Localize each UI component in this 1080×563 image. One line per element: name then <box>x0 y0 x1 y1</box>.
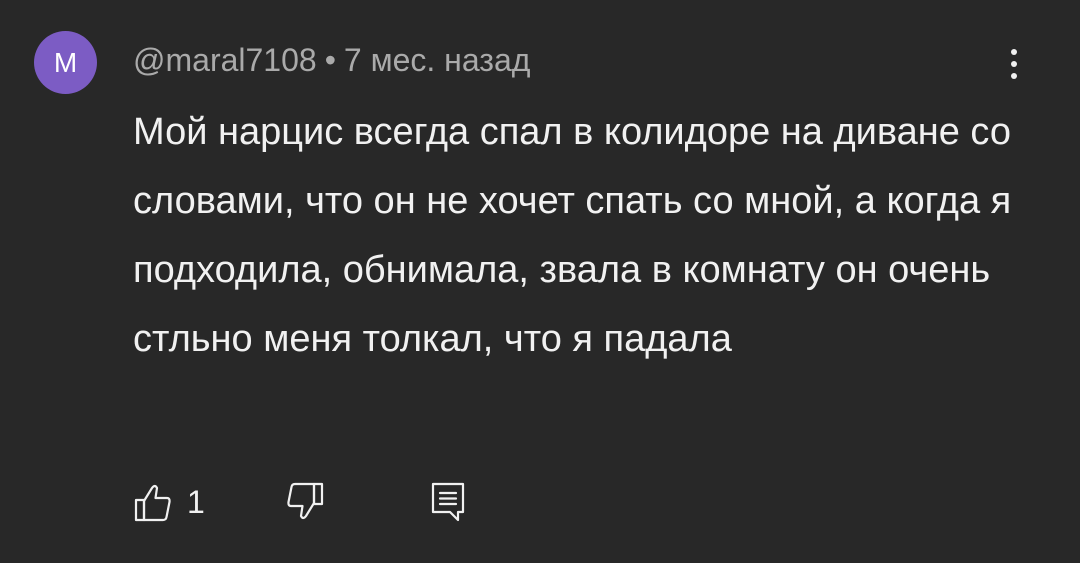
more-vert-icon-dot <box>1011 61 1017 67</box>
author-handle[interactable]: @maral7108 <box>133 42 317 79</box>
avatar[interactable]: M <box>34 31 97 94</box>
dislike-button[interactable] <box>285 478 325 526</box>
comment-reply-icon <box>431 482 465 522</box>
more-vert-icon <box>1011 49 1017 55</box>
like-count: 1 <box>187 483 205 520</box>
reply-button[interactable] <box>428 478 468 526</box>
comment-text: Мой нарцис всегда спал в колидоре на див… <box>133 111 1012 360</box>
comment-actions: 1 <box>133 478 533 526</box>
more-options-button[interactable] <box>996 42 1032 86</box>
comment-timestamp[interactable]: 7 мес. назад <box>344 42 531 79</box>
thumbs-up-icon <box>134 484 171 522</box>
thumbs-down-icon <box>287 482 324 520</box>
like-button[interactable]: 1 <box>133 478 205 526</box>
more-vert-icon-dot <box>1011 73 1017 79</box>
meta-separator: • <box>324 41 336 78</box>
avatar-letter: M <box>53 46 78 78</box>
comment-meta: @maral7108 • 7 мес. назад <box>133 38 530 82</box>
